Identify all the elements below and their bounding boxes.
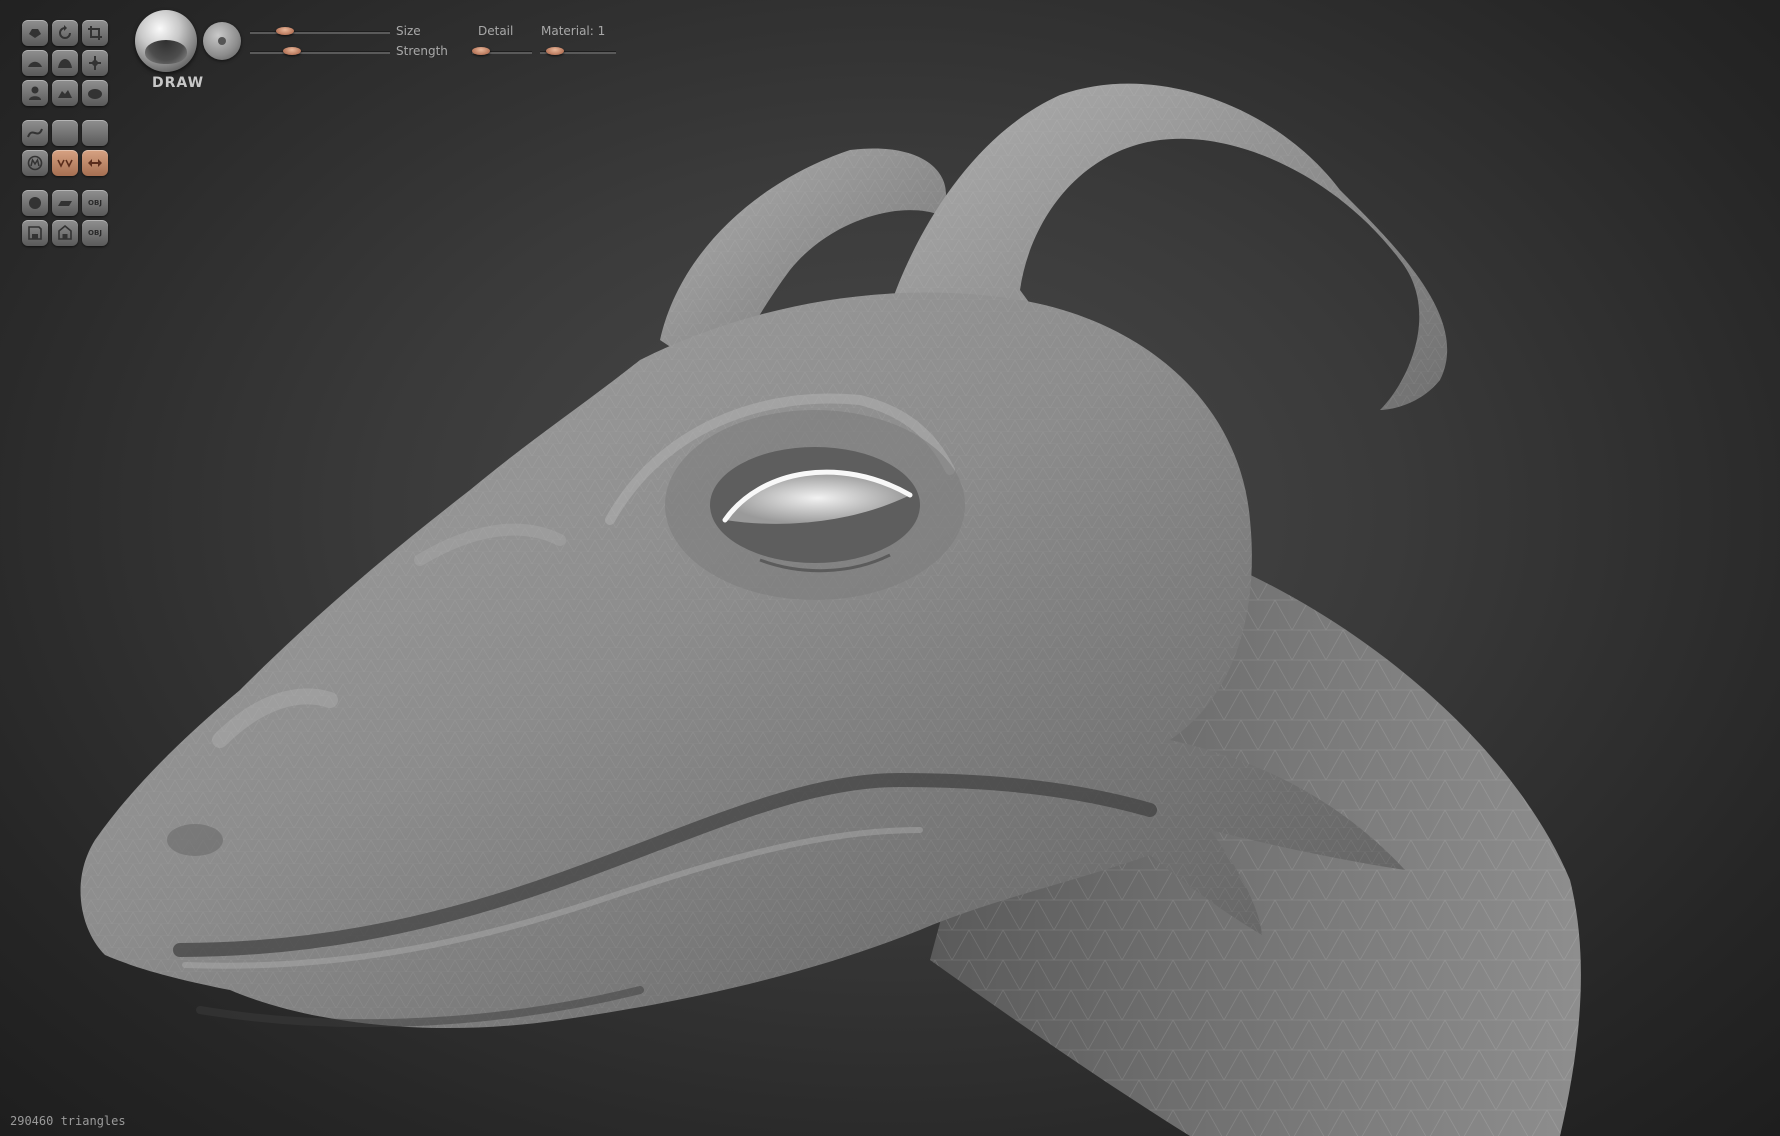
mask-icon[interactable] <box>22 150 48 176</box>
blank-icon[interactable] <box>82 120 108 146</box>
obj-label: OBJ <box>88 229 102 237</box>
material-label: Material: 1 <box>541 24 606 38</box>
curve-icon[interactable] <box>22 120 48 146</box>
triangle-count: 290460 triangles <box>10 1114 126 1128</box>
cursor-icon[interactable] <box>22 20 48 46</box>
strength-slider-track[interactable] <box>250 51 390 54</box>
detail-label: Detail <box>478 24 514 38</box>
brush-dip-shape <box>145 40 187 64</box>
size-slider-track[interactable] <box>250 31 390 34</box>
rotate-icon[interactable] <box>52 20 78 46</box>
brush-icon[interactable] <box>22 50 48 76</box>
strength-label: Strength <box>396 44 448 58</box>
strength-slider-knob[interactable] <box>283 47 301 55</box>
blank-icon[interactable] <box>52 120 78 146</box>
import-obj-icon[interactable]: OBJ <box>82 190 108 216</box>
brush-name: DRAW <box>152 75 205 91</box>
crop-icon[interactable] <box>82 20 108 46</box>
move-icon[interactable] <box>82 50 108 76</box>
size-slider-knob[interactable] <box>276 27 294 35</box>
symmetry-icon[interactable] <box>52 150 78 176</box>
save-as-icon[interactable] <box>52 220 78 246</box>
export-obj-icon[interactable]: OBJ <box>82 220 108 246</box>
save-icon[interactable] <box>22 220 48 246</box>
mirror-icon[interactable] <box>82 150 108 176</box>
obj-label: OBJ <box>88 199 102 207</box>
smooth-icon[interactable] <box>52 80 78 106</box>
blob-icon[interactable] <box>82 80 108 106</box>
person-icon[interactable] <box>22 80 48 106</box>
stroke-button[interactable] <box>203 22 241 60</box>
viewport-canvas[interactable] <box>0 0 1780 1136</box>
size-label: Size <box>396 24 421 38</box>
brush-preview[interactable] <box>135 10 197 72</box>
sphere-icon[interactable] <box>22 190 48 216</box>
plane-icon[interactable] <box>52 190 78 216</box>
inflate-icon[interactable] <box>52 50 78 76</box>
sculpt-model <box>80 83 1581 1136</box>
detail-slider-knob[interactable] <box>472 47 490 55</box>
